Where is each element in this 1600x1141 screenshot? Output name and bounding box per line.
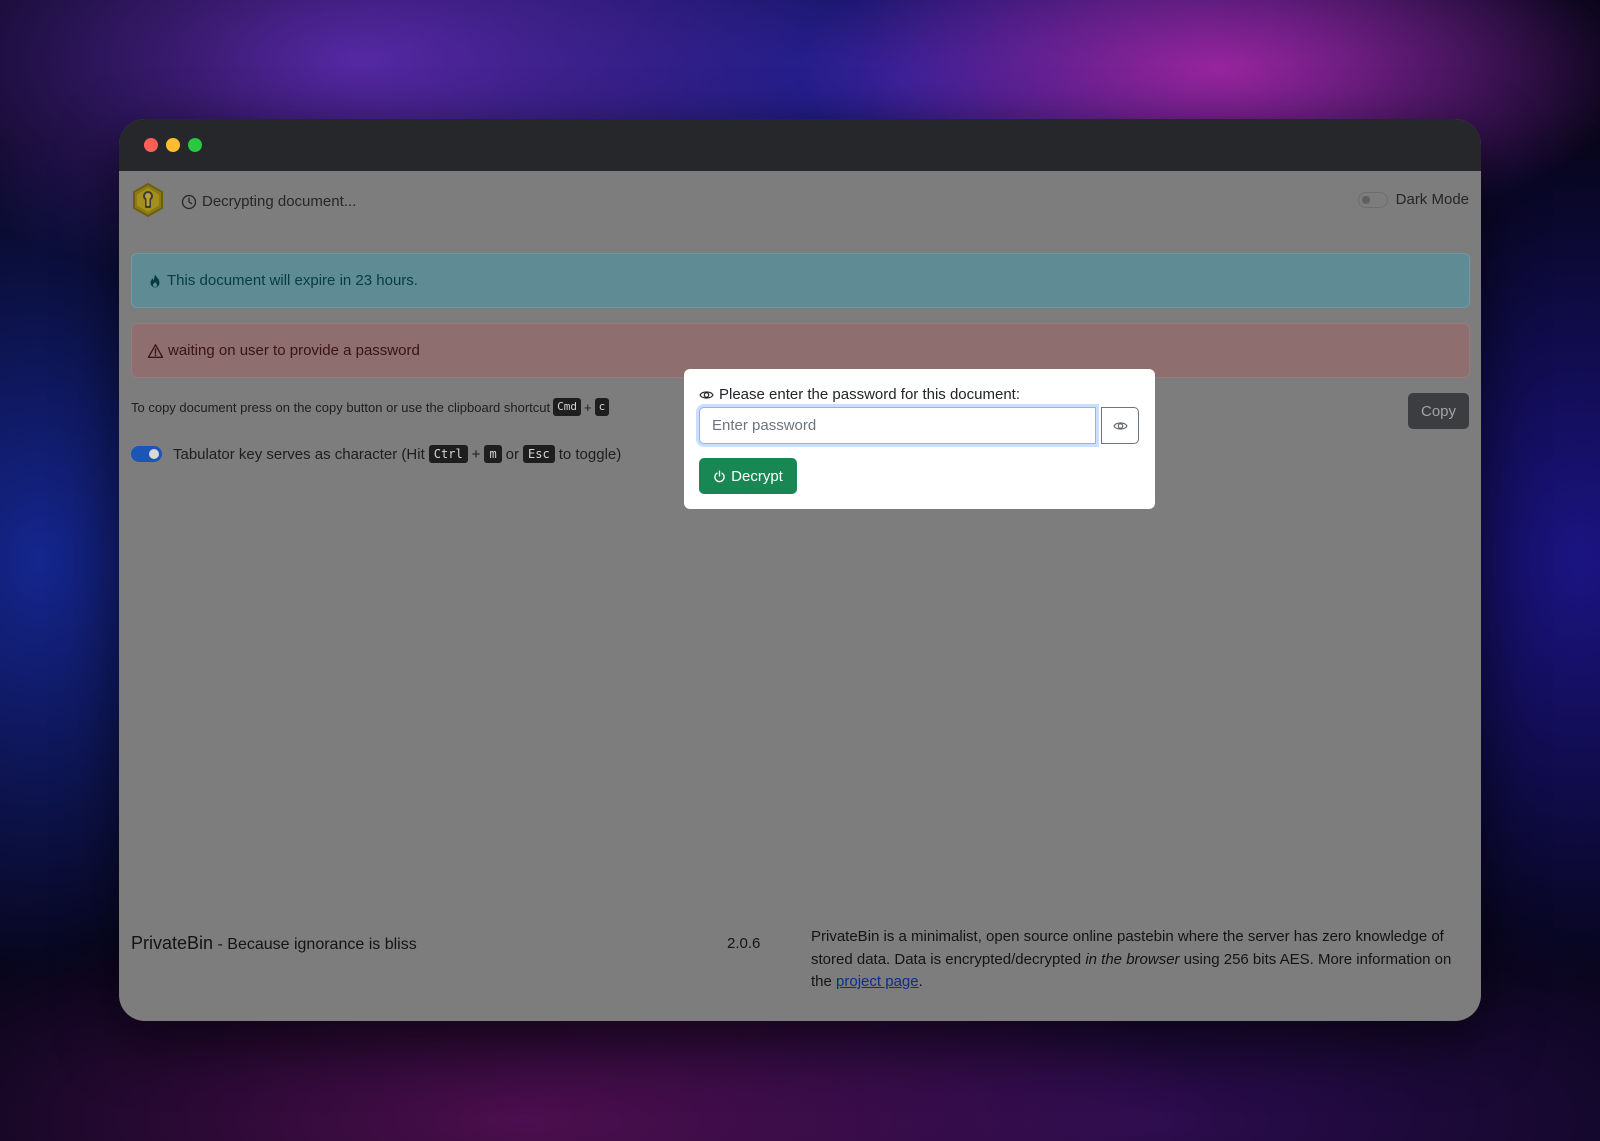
power-icon: [714, 470, 725, 482]
fire-icon: [150, 274, 160, 287]
minimize-window-button[interactable]: [166, 138, 180, 152]
dark-mode-label: Dark Mode: [1395, 191, 1469, 208]
footer-about: PrivateBin is a minimalist, open source …: [811, 926, 1461, 994]
tabulator-text-after: to toggle): [558, 445, 622, 463]
tabulator-or: or: [505, 445, 520, 463]
copy-button[interactable]: Copy: [1408, 393, 1469, 429]
decrypt-button[interactable]: Decrypt: [699, 458, 797, 494]
about-emphasis: in the browser: [1085, 950, 1180, 968]
brand-name: PrivateBin: [131, 933, 214, 953]
expiry-alert: This document will expire in 23 hours.: [131, 253, 1470, 308]
status-text: Decrypting document...: [202, 193, 357, 210]
maximize-window-button[interactable]: [188, 138, 202, 152]
about-end: .: [918, 973, 923, 990]
footer-brand: PrivateBin - Because ignorance is bliss: [131, 933, 417, 954]
kbd-c: c: [594, 398, 610, 416]
decrypt-label: Decrypt: [731, 467, 783, 485]
project-page-link[interactable]: project page: [836, 973, 919, 990]
password-input[interactable]: [699, 407, 1096, 444]
privatebin-logo-icon[interactable]: [130, 182, 166, 218]
eye-icon: [1112, 421, 1128, 430]
password-prompt-text: Please enter the password for this docum…: [719, 386, 1020, 403]
page-content: Decrypting document... Dark Mode This do…: [119, 171, 1481, 1021]
tabulator-toggle[interactable]: [131, 446, 162, 462]
kbd-cmd: Cmd: [553, 398, 582, 416]
password-modal: Please enter the password for this docum…: [684, 369, 1155, 509]
kbd-m: m: [484, 445, 502, 463]
show-password-button[interactable]: [1101, 407, 1139, 444]
app-window: Decrypting document... Dark Mode This do…: [119, 119, 1481, 1021]
brand-tagline: - Because ignorance is bliss: [213, 936, 417, 953]
kbd-plus: +: [584, 399, 592, 415]
warning-triangle-icon: [147, 343, 164, 358]
kbd-plus: +: [471, 445, 481, 463]
title-bar: [119, 119, 1481, 171]
loading-status: Decrypting document...: [181, 193, 356, 210]
kbd-esc: Esc: [523, 445, 555, 463]
eye-icon: [699, 390, 714, 399]
dark-mode-switch[interactable]: [1357, 191, 1388, 208]
dark-mode-toggle[interactable]: Dark Mode: [1357, 191, 1469, 208]
tabulator-text-before: Tabulator key serves as character (Hit: [173, 445, 425, 463]
password-status-text: waiting on user to provide a password: [168, 342, 420, 359]
copy-hint-text: To copy document press on the copy butto…: [131, 399, 551, 415]
kbd-ctrl: Ctrl: [428, 445, 468, 463]
tabulator-setting: Tabulator key serves as character (Hit C…: [131, 445, 621, 463]
password-prompt: Please enter the password for this docum…: [699, 386, 1020, 403]
clock-icon: [181, 194, 197, 209]
copy-hint: To copy document press on the copy butto…: [131, 398, 610, 416]
close-window-button[interactable]: [144, 138, 158, 152]
expiry-text: This document will expire in 23 hours.: [167, 272, 418, 289]
version-number: 2.0.6: [727, 935, 761, 952]
